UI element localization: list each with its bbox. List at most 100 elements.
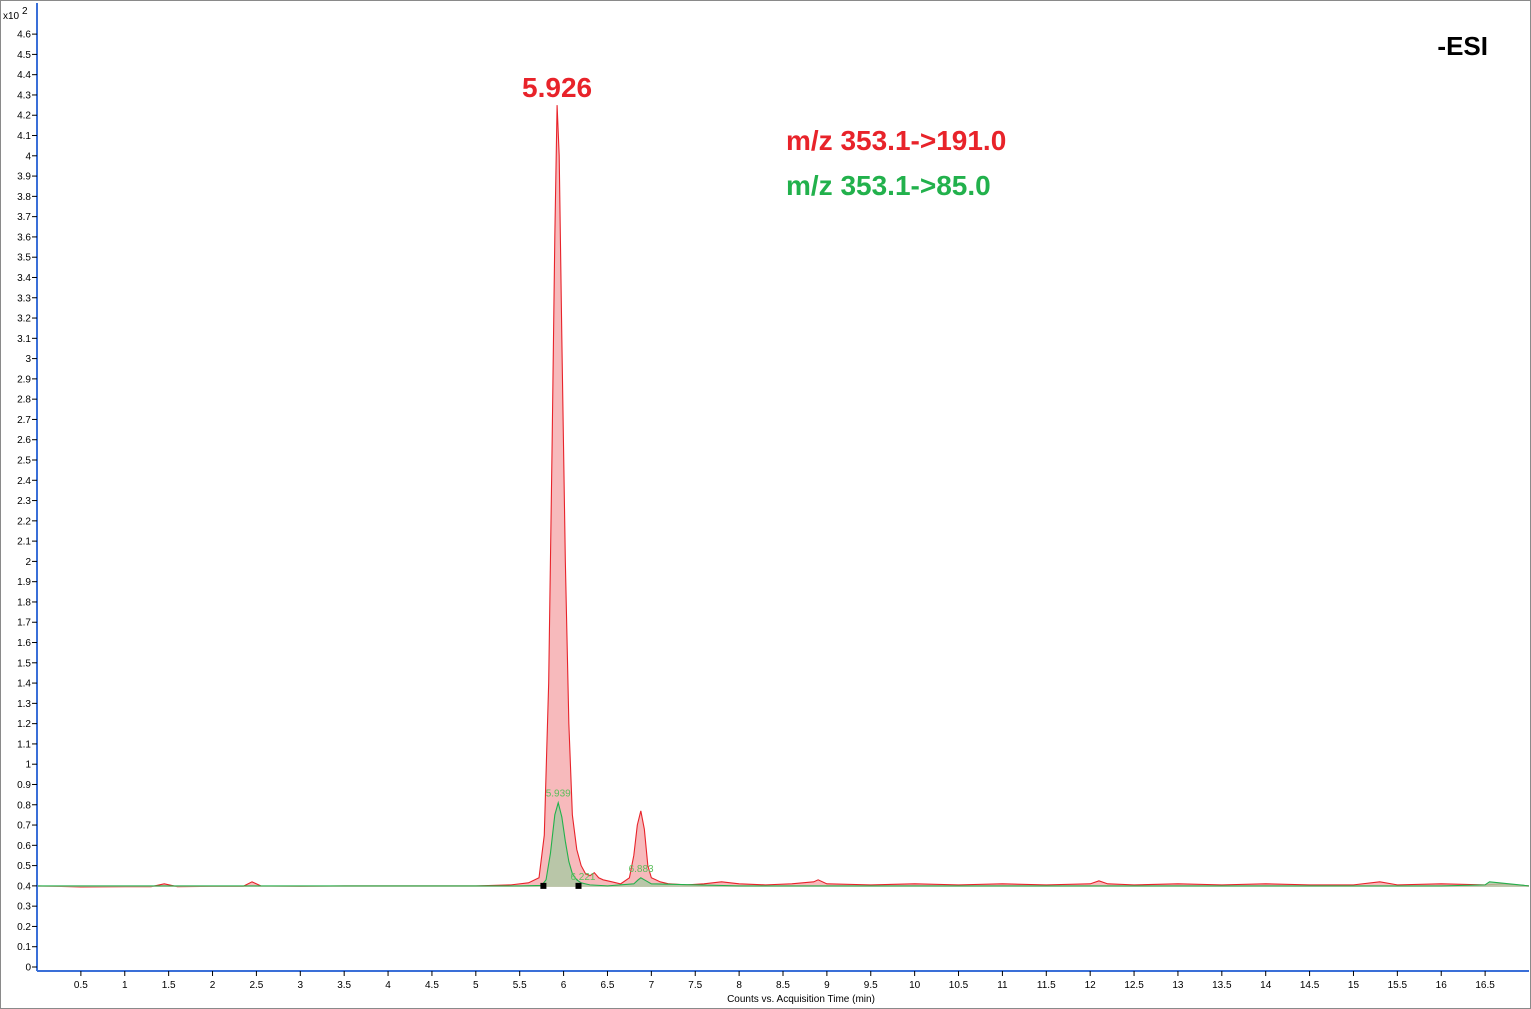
series-fill-1: [37, 802, 1529, 887]
integration-marker-1: [575, 882, 582, 889]
x-tick-label: 12: [1085, 980, 1097, 991]
y-tick-label: 4.4: [17, 70, 31, 81]
peak-label-small: 6.221: [570, 872, 595, 883]
y-tick-label: 1.4: [17, 679, 31, 690]
y-tick-label: 0.3: [17, 902, 31, 913]
series-line-1: [37, 800, 1530, 887]
y-tick-label: 0.1: [17, 942, 31, 953]
y-tick-label: 4: [25, 151, 31, 162]
y-tick-label: 2.5: [17, 456, 31, 467]
y-tick-label: 4.2: [17, 111, 31, 122]
y-tick-label: 1.9: [17, 577, 31, 588]
legend-entry-0: m/z 353.1->191.0: [786, 125, 1006, 156]
y-tick-label: 2.9: [17, 374, 31, 385]
y-tick-label: 1.7: [17, 618, 31, 629]
y-tick-label: 1.6: [17, 638, 31, 649]
series-layer: [36, 105, 1530, 889]
x-tick-label: 6.5: [601, 980, 615, 991]
x-tick-label: 15: [1348, 980, 1360, 991]
chromatogram-chart: 0 0.1 0.2 0.3 0.4 0.5 0.6 0.7 0.8 0.9 1 1.1 1.2 1.3 1.…: [3, 3, 1530, 1005]
ionization-mode-label: -ESI: [1437, 31, 1488, 61]
y-tick-label: 3.2: [17, 314, 31, 325]
x-tick-label: 16.5: [1475, 980, 1495, 991]
y-tick-label: 0.6: [17, 841, 31, 852]
y-tick-label: 1.8: [17, 597, 31, 608]
y-tick-label: 2.7: [17, 415, 31, 426]
y-tick-label: 0.5: [17, 861, 31, 872]
y-tick-label: 2: [25, 557, 31, 568]
x-tick-label: 8.5: [776, 980, 790, 991]
x-tick-label: 5.5: [513, 980, 527, 991]
y-tick-label: 4.1: [17, 131, 31, 142]
peak-label-small: 5.939: [546, 789, 571, 800]
axes-layer: 0 0.1 0.2 0.3 0.4 0.5 0.6 0.7 0.8 0.9 1 1.1 1.2 1.3 1.…: [3, 3, 1529, 1005]
y-tick-label: 3.4: [17, 273, 31, 284]
x-tick-label: 8: [736, 980, 742, 991]
integration-marker-0: [540, 882, 547, 889]
x-tick-label: 9.5: [864, 980, 878, 991]
series-line-0: [36, 105, 1530, 888]
y-tick-label: 2.2: [17, 516, 31, 527]
chart-window: 0 0.1 0.2 0.3 0.4 0.5 0.6 0.7 0.8 0.9 1 1.1 1.2 1.3 1.…: [0, 0, 1531, 1009]
y-tick-label: 0.7: [17, 821, 31, 832]
series-fill-0: [37, 105, 1529, 887]
x-tick-label: 5: [473, 980, 479, 991]
x-tick-label: 11: [997, 980, 1008, 991]
x-tick-label: 13: [1172, 980, 1184, 991]
y-tick-label: 2.4: [17, 476, 31, 487]
x-tick-label: 1: [122, 980, 128, 991]
x-tick-label: 4.5: [425, 980, 439, 991]
y-tick-label: 1.1: [17, 739, 31, 750]
x-tick-label: 3: [298, 980, 304, 991]
y-tick-label: 2.3: [17, 496, 31, 507]
y-tick-label: 1.5: [17, 658, 31, 669]
y-tick-label: 3.5: [17, 253, 31, 264]
y-tick-label: 2.1: [17, 537, 31, 548]
y-tick-label: 0.9: [17, 780, 31, 791]
x-tick-label: 2: [210, 980, 216, 991]
y-tick-label: 3: [25, 354, 31, 365]
x-tick-label: 0.5: [74, 980, 88, 991]
y-tick-label: 0: [25, 963, 31, 974]
y-tick-label: 3.6: [17, 232, 31, 243]
x-tick-label: 10: [909, 980, 921, 991]
x-tick-label: 7: [649, 980, 655, 991]
x-tick-label: 7.5: [688, 980, 702, 991]
x-tick-label: 16: [1436, 980, 1448, 991]
y-exponent-label: 2: [22, 6, 28, 17]
x-tick-label: 2.5: [249, 980, 263, 991]
y-tick-label: 2.8: [17, 395, 31, 406]
y-tick-label: 3.7: [17, 212, 31, 223]
labels-layer: 5.926 5.939 6.221 6.883 m/z 353.1->191.0 m/z …: [522, 31, 1488, 883]
x-tick-label: 13.5: [1212, 980, 1232, 991]
y-tick-label: 1.3: [17, 699, 31, 710]
x-tick-label: 11.5: [1037, 980, 1056, 991]
x-tick-label: 15.5: [1388, 980, 1408, 991]
y-tick-label: 1.2: [17, 719, 31, 730]
x-tick-label: 10.5: [949, 980, 969, 991]
legend-entry-1: m/z 353.1->85.0: [786, 170, 991, 201]
y-tick-label: 3.9: [17, 172, 31, 183]
y-tick-label: 0.4: [17, 881, 31, 892]
x-tick-label: 3.5: [337, 980, 351, 991]
peak-label-main: 5.926: [522, 72, 592, 103]
y-multiplier-label: x10: [3, 11, 20, 22]
y-tick-label: 2.6: [17, 435, 31, 446]
x-tick-label: 9: [824, 980, 830, 991]
y-tick-label: 4.5: [17, 50, 31, 61]
x-tick-label: 4: [385, 980, 391, 991]
y-tick-label: 3.8: [17, 192, 31, 203]
y-tick-label: 1: [25, 760, 31, 771]
peak-label-small: 6.883: [629, 864, 654, 875]
y-tick-label: 4.6: [17, 30, 31, 41]
x-tick-label: 1.5: [162, 980, 176, 991]
x-tick-label: 12.5: [1124, 980, 1144, 991]
x-tick-label: 6: [561, 980, 567, 991]
y-tick-label: 0.2: [17, 922, 31, 933]
y-tick-label: 0.8: [17, 800, 31, 811]
x-tick-label: 14.5: [1300, 980, 1320, 991]
y-tick-label: 4.3: [17, 90, 31, 101]
x-tick-label: 14: [1260, 980, 1272, 991]
x-axis-title: Counts vs. Acquisition Time (min): [727, 994, 875, 1005]
y-tick-label: 3.1: [17, 334, 31, 345]
